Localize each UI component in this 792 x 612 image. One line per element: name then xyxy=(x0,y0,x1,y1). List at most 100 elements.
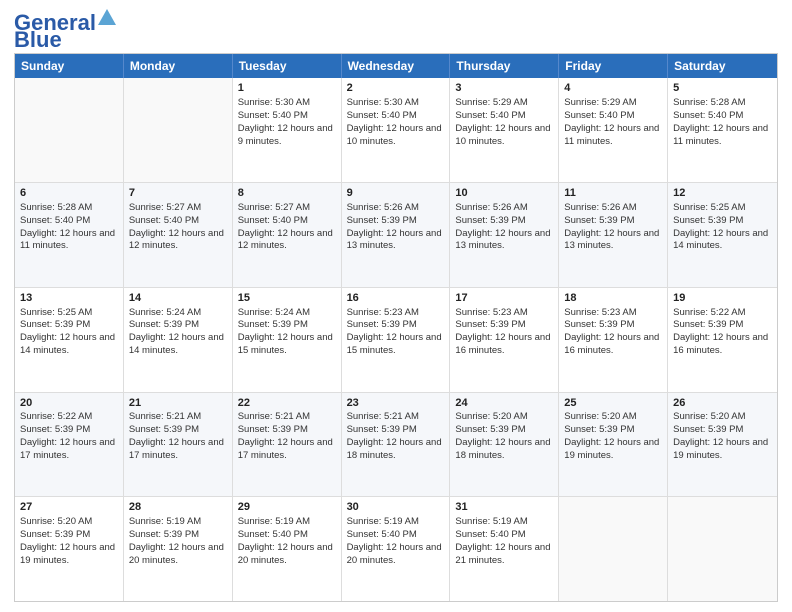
calendar-day-12: 12Sunrise: 5:25 AMSunset: 5:39 PMDayligh… xyxy=(668,183,777,287)
calendar-day-20: 20Sunrise: 5:22 AMSunset: 5:39 PMDayligh… xyxy=(15,393,124,497)
sunrise-label: Sunrise: 5:22 AM xyxy=(673,307,745,318)
page-container: General Blue SundayMondayTuesdayWednesda… xyxy=(0,0,792,612)
calendar-day-22: 22Sunrise: 5:21 AMSunset: 5:39 PMDayligh… xyxy=(233,393,342,497)
calendar-week-3: 13Sunrise: 5:25 AM Sunset: 5:39 PM Dayligh… xyxy=(15,287,777,392)
sunrise-label: Sunrise: 5:26 AM xyxy=(455,202,527,213)
sunset-label: Sunset: 5:39 PM xyxy=(455,319,525,330)
logo: General Blue xyxy=(14,10,116,47)
day-number: 6 xyxy=(20,186,118,201)
daylight-label: Daylight: 12 hours and 20 minutes. xyxy=(347,542,442,566)
sunrise-label: Sunrise: 5:30 AM xyxy=(238,97,310,108)
sunrise-label: Sunrise: 5:25 AM xyxy=(20,307,92,318)
day-number: 7 xyxy=(129,186,227,201)
day-number: 29 xyxy=(238,500,336,515)
day-header-saturday: Saturday xyxy=(668,54,777,78)
sunset-label: Sunset: 5:40 PM xyxy=(20,215,90,226)
daylight-label: Daylight: 12 hours and 18 minutes. xyxy=(347,437,442,461)
day-header-sunday: Sunday xyxy=(15,54,124,78)
sunset-label: Sunset: 5:39 PM xyxy=(564,215,634,226)
calendar-day-25: 25Sunrise: 5:20 AMSunset: 5:39 PMDayligh… xyxy=(559,393,668,497)
sunrise-label: Sunrise: 5:23 AM xyxy=(455,307,527,318)
daylight-label: Daylight: 12 hours and 16 minutes. xyxy=(455,332,550,356)
sunset-label: Sunset: 5:40 PM xyxy=(564,110,634,121)
calendar-day-4: 4Sunrise: 5:29 AM Sunset: 5:40 PM Daylight… xyxy=(559,78,668,182)
day-number: 16 xyxy=(347,291,445,306)
sunset-label: Sunset: 5:39 PM xyxy=(20,424,90,435)
day-header-tuesday: Tuesday xyxy=(233,54,342,78)
day-number: 2 xyxy=(347,81,445,96)
daylight-label: Daylight: 12 hours and 11 minutes. xyxy=(564,123,659,147)
calendar-day-31: 31Sunrise: 5:19 AMSunset: 5:40 PMDayligh… xyxy=(450,497,559,601)
calendar-day-18: 18Sunrise: 5:23 AMSunset: 5:39 PMDayligh… xyxy=(559,288,668,392)
day-number: 1 xyxy=(238,81,336,96)
daylight-label: Daylight: 12 hours and 14 minutes. xyxy=(129,332,224,356)
daylight-label: Daylight: 12 hours and 17 minutes. xyxy=(129,437,224,461)
calendar-day-6: 6Sunrise: 5:28 AM Sunset: 5:40 PM Daylight… xyxy=(15,183,124,287)
day-number: 15 xyxy=(238,291,336,306)
calendar-day-30: 30Sunrise: 5:19 AMSunset: 5:40 PMDayligh… xyxy=(342,497,451,601)
calendar-day-7: 7Sunrise: 5:27 AMSunset: 5:40 PMDaylight… xyxy=(124,183,233,287)
daylight-label: Daylight: 12 hours and 20 minutes. xyxy=(238,542,333,566)
sunrise-label: Sunrise: 5:25 AM xyxy=(673,202,745,213)
empty-cell xyxy=(559,497,668,601)
sunset-label: Sunset: 5:39 PM xyxy=(129,424,199,435)
day-number: 9 xyxy=(347,186,445,201)
sunrise-label: Sunrise: 5:21 AM xyxy=(129,411,201,422)
sunset-label: Sunset: 5:39 PM xyxy=(564,424,634,435)
day-number: 24 xyxy=(455,396,553,411)
day-number: 18 xyxy=(564,291,662,306)
day-number: 19 xyxy=(673,291,772,306)
daylight-label: Daylight: 12 hours and 19 minutes. xyxy=(20,542,115,566)
daylight-label: Daylight: 12 hours and 9 minutes. xyxy=(238,123,333,147)
calendar-week-2: 6Sunrise: 5:28 AM Sunset: 5:40 PM Daylight… xyxy=(15,182,777,287)
day-number: 23 xyxy=(347,396,445,411)
sunrise-label: Sunrise: 5:20 AM xyxy=(455,411,527,422)
sunrise-label: Sunrise: 5:22 AM xyxy=(20,411,92,422)
sunrise-label: Sunrise: 5:26 AM xyxy=(347,202,419,213)
sunrise-label: Sunrise: 5:23 AM xyxy=(564,307,636,318)
day-number: 5 xyxy=(673,81,772,96)
calendar-header: SundayMondayTuesdayWednesdayThursdayFrid… xyxy=(15,54,777,78)
day-number: 3 xyxy=(455,81,553,96)
sunset-label: Sunset: 5:40 PM xyxy=(455,110,525,121)
sunset-label: Sunset: 5:40 PM xyxy=(129,215,199,226)
daylight-label: Daylight: 12 hours and 11 minutes. xyxy=(673,123,768,147)
daylight-label: Daylight: 12 hours and 13 minutes. xyxy=(564,228,659,252)
sunset-label: Sunset: 5:40 PM xyxy=(673,110,743,121)
calendar-day-2: 2Sunrise: 5:30 AMSunset: 5:40 PMDaylight… xyxy=(342,78,451,182)
calendar-day-27: 27Sunrise: 5:20 AMSunset: 5:39 PMDayligh… xyxy=(15,497,124,601)
empty-cell xyxy=(668,497,777,601)
day-number: 17 xyxy=(455,291,553,306)
calendar-day-15: 15Sunrise: 5:24 AMSunset: 5:39 PMDayligh… xyxy=(233,288,342,392)
calendar-day-3: 3Sunrise: 5:29 AMSunset: 5:40 PMDaylight… xyxy=(450,78,559,182)
sunset-label: Sunset: 5:39 PM xyxy=(129,529,199,540)
day-number: 28 xyxy=(129,500,227,515)
sunrise-label: Sunrise: 5:26 AM xyxy=(564,202,636,213)
daylight-label: Daylight: 12 hours and 11 minutes. xyxy=(20,228,115,252)
sunrise-label: Sunrise: 5:29 AM xyxy=(564,97,636,108)
sunset-label: Sunset: 5:39 PM xyxy=(673,215,743,226)
day-number: 13 xyxy=(20,291,118,306)
calendar-day-16: 16Sunrise: 5:23 AMSunset: 5:39 PMDayligh… xyxy=(342,288,451,392)
sunrise-label: Sunrise: 5:21 AM xyxy=(238,411,310,422)
day-number: 4 xyxy=(564,81,662,96)
calendar-day-10: 10Sunrise: 5:26 AMSunset: 5:39 PMDayligh… xyxy=(450,183,559,287)
sunset-label: Sunset: 5:39 PM xyxy=(673,319,743,330)
header: General Blue xyxy=(14,10,778,47)
daylight-label: Daylight: 12 hours and 21 minutes. xyxy=(455,542,550,566)
day-number: 22 xyxy=(238,396,336,411)
sunrise-label: Sunrise: 5:20 AM xyxy=(673,411,745,422)
sunrise-label: Sunrise: 5:24 AM xyxy=(129,307,201,318)
sunrise-label: Sunrise: 5:21 AM xyxy=(347,411,419,422)
calendar-week-5: 27Sunrise: 5:20 AMSunset: 5:39 PMDayligh… xyxy=(15,496,777,601)
sunrise-label: Sunrise: 5:28 AM xyxy=(20,202,92,213)
calendar-week-4: 20Sunrise: 5:22 AMSunset: 5:39 PMDayligh… xyxy=(15,392,777,497)
sunset-label: Sunset: 5:39 PM xyxy=(347,215,417,226)
sunset-label: Sunset: 5:39 PM xyxy=(455,424,525,435)
calendar-day-26: 26Sunrise: 5:20 AMSunset: 5:39 PMDayligh… xyxy=(668,393,777,497)
daylight-label: Daylight: 12 hours and 10 minutes. xyxy=(347,123,442,147)
sunset-label: Sunset: 5:40 PM xyxy=(347,110,417,121)
empty-cell xyxy=(15,78,124,182)
sunset-label: Sunset: 5:39 PM xyxy=(347,319,417,330)
calendar-day-8: 8Sunrise: 5:27 AMSunset: 5:40 PMDaylight… xyxy=(233,183,342,287)
